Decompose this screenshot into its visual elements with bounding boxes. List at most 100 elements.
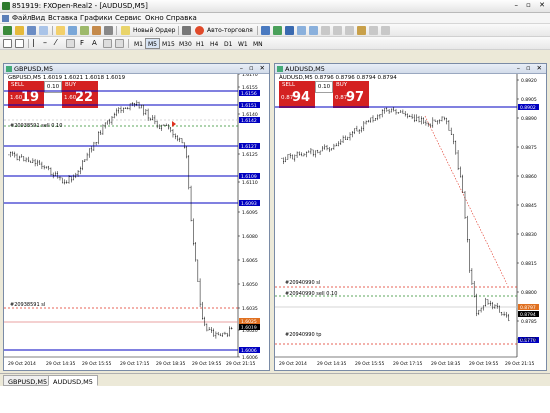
- indicators-icon[interactable]: [357, 26, 366, 35]
- expert-advisors-icon[interactable]: [182, 26, 191, 35]
- timeframe-mn[interactable]: MN: [250, 38, 266, 49]
- periods-icon[interactable]: [369, 26, 378, 35]
- timeframe-m15[interactable]: M15: [159, 38, 178, 49]
- menu-window[interactable]: Окно: [145, 14, 164, 22]
- line-chart-icon[interactable]: [285, 26, 294, 35]
- time-scale-label: 29 Oct 2014: [8, 361, 36, 367]
- time-scale-label: 29 Oct 15:55: [355, 361, 384, 367]
- price-tag-label: 1.6093: [241, 201, 257, 207]
- menu-help[interactable]: Справка: [166, 14, 197, 22]
- trendline-icon[interactable]: ⁄: [55, 38, 56, 47]
- timeframe-h1[interactable]: H1: [193, 38, 207, 49]
- tile-windows-icon[interactable]: [321, 26, 330, 35]
- price-tag-label: 1.6151: [241, 103, 257, 109]
- timeframe-h4[interactable]: H4: [207, 38, 221, 49]
- separator: [116, 26, 117, 35]
- tab-audusd[interactable]: AUDUSD,M5: [48, 375, 98, 386]
- order-label-sl: #20940990 sl: [285, 280, 320, 286]
- crosshair-icon[interactable]: [15, 39, 24, 48]
- chart-title-bar: GBPUSD,M5 – ▫ ✕: [4, 64, 269, 74]
- price-tag-label: 1.6109: [241, 174, 257, 180]
- market-watch-icon[interactable]: [56, 26, 65, 35]
- chart-title-bar: AUDUSD,M5 – ▫ ✕: [275, 64, 546, 74]
- timeframe-m1[interactable]: M1: [131, 38, 146, 49]
- navigator-icon[interactable]: [80, 26, 89, 35]
- price-scale-label: 0.8785: [521, 319, 537, 325]
- separator: [128, 39, 129, 48]
- label-tool-icon[interactable]: [103, 39, 112, 48]
- chart-window-audusd[interactable]: AUDUSD,M5 – ▫ ✕ AUDUSD,M5 0.8796 0.8796 …: [274, 63, 547, 371]
- time-scale-label: 29 Oct 2014: [279, 361, 307, 367]
- terminal-icon[interactable]: [92, 26, 101, 35]
- autoscroll-icon[interactable]: [333, 26, 342, 35]
- standard-toolbar: Новый Ордер Авто-торговля: [0, 24, 550, 37]
- cursor-icon[interactable]: [3, 39, 12, 48]
- menu-insert[interactable]: Вставка: [48, 14, 78, 22]
- price-scale-label: 1.6095: [242, 210, 258, 216]
- price-scale-label: 1.6170: [242, 74, 258, 78]
- menu-charts[interactable]: Графики: [80, 14, 112, 22]
- window-controls[interactable]: – ▫ ✕: [514, 1, 548, 9]
- price-tag-label: 1.6006: [241, 348, 257, 354]
- new-order-button[interactable]: Новый Ордер: [133, 27, 175, 34]
- price-scale-label: 1.6080: [242, 234, 258, 240]
- time-scale-label: 29 Oct 21:15: [505, 361, 534, 367]
- separator: [257, 26, 258, 35]
- order-label-sell: #20940990 sell 0.10: [285, 291, 337, 297]
- menu-view[interactable]: Вид: [31, 14, 45, 22]
- window-title: 851919: FXOpen-Real2 - [AUDUSD,M5]: [12, 2, 148, 10]
- chart-shift-icon[interactable]: [345, 26, 354, 35]
- status-area: [0, 386, 550, 413]
- time-scale-label: 29 Oct 18:35: [431, 361, 460, 367]
- open-folder-icon[interactable]: [15, 26, 24, 35]
- chart-window-gbpusd[interactable]: GBPUSD,M5 – ▫ ✕ GBPUSD,M5 1.6019 1.6021 …: [3, 63, 270, 371]
- bar-chart-icon[interactable]: [261, 26, 270, 35]
- chart-window-icon[interactable]: [39, 26, 48, 35]
- price-scale-label: 0.8890: [521, 116, 537, 122]
- time-scale-label: 29 Oct 17:15: [393, 361, 422, 367]
- price-series: [7, 74, 233, 339]
- time-scale-label: 29 Oct 15:55: [82, 361, 111, 367]
- data-window-icon[interactable]: [68, 26, 77, 35]
- candlestick-icon[interactable]: [273, 26, 282, 35]
- timeframe-m5[interactable]: M5: [145, 38, 160, 49]
- price-scale-label: 0.8920: [521, 78, 537, 84]
- chart-window-controls[interactable]: – ▫ ✕: [240, 64, 267, 72]
- autotrading-button[interactable]: Авто-торговля: [207, 27, 253, 34]
- price-scale-label: 0.8860: [521, 174, 537, 180]
- new-order-icon[interactable]: [121, 26, 130, 35]
- profiles-icon[interactable]: [27, 26, 36, 35]
- price-tag-label: 0.8902: [520, 105, 536, 111]
- zoom-in-icon[interactable]: [297, 26, 306, 35]
- timeframe-w1[interactable]: W1: [235, 38, 251, 49]
- price-scale-label: 0.8770: [521, 337, 537, 343]
- time-scale-label: 29 Oct 21:15: [226, 361, 255, 367]
- timeframe-m30[interactable]: M30: [176, 38, 195, 49]
- zoom-out-icon[interactable]: [309, 26, 318, 35]
- channel-icon[interactable]: [66, 39, 75, 48]
- horizontal-line-icon[interactable]: –: [43, 38, 47, 47]
- autotrading-icon[interactable]: [195, 26, 204, 35]
- arrows-tool-icon[interactable]: [115, 39, 124, 48]
- chart-window-controls[interactable]: – ▫ ✕: [517, 64, 544, 72]
- timeframe-d1[interactable]: D1: [221, 38, 235, 49]
- templates-icon[interactable]: [381, 26, 390, 35]
- tester-icon[interactable]: [104, 26, 113, 35]
- line-studies-toolbar: | – ⁄ F A M1 M5 M15 M30 H1 H4 D1 W1 MN: [0, 37, 550, 50]
- vertical-line-icon[interactable]: |: [32, 38, 35, 47]
- time-scale-label: 29 Oct 14:35: [317, 361, 346, 367]
- menu-file[interactable]: Файл: [12, 14, 31, 22]
- fibonacci-icon[interactable]: F: [80, 39, 84, 47]
- price-tag-label: 0.8797: [520, 305, 536, 311]
- price-scale-label: 1.6050: [242, 282, 258, 288]
- chart-canvas[interactable]: 0.89020.87970.87940.8779 0.89200.89050.8…: [275, 74, 546, 370]
- tab-gbpusd[interactable]: GBPUSD,M5: [3, 375, 53, 386]
- chart-canvas[interactable]: 1.6156 1.6151 1.6142 1.6127 1.6109 1.6093 1.60…: [4, 74, 269, 370]
- chart-title: GBPUSD,M5: [14, 65, 54, 73]
- new-chart-icon[interactable]: [3, 26, 12, 35]
- chart-icon: [277, 66, 283, 72]
- text-tool-icon[interactable]: A: [92, 39, 97, 47]
- menu-tools[interactable]: Сервис: [115, 14, 141, 22]
- price-scale-label: 1.6140: [242, 112, 258, 118]
- document-icon: [2, 15, 9, 22]
